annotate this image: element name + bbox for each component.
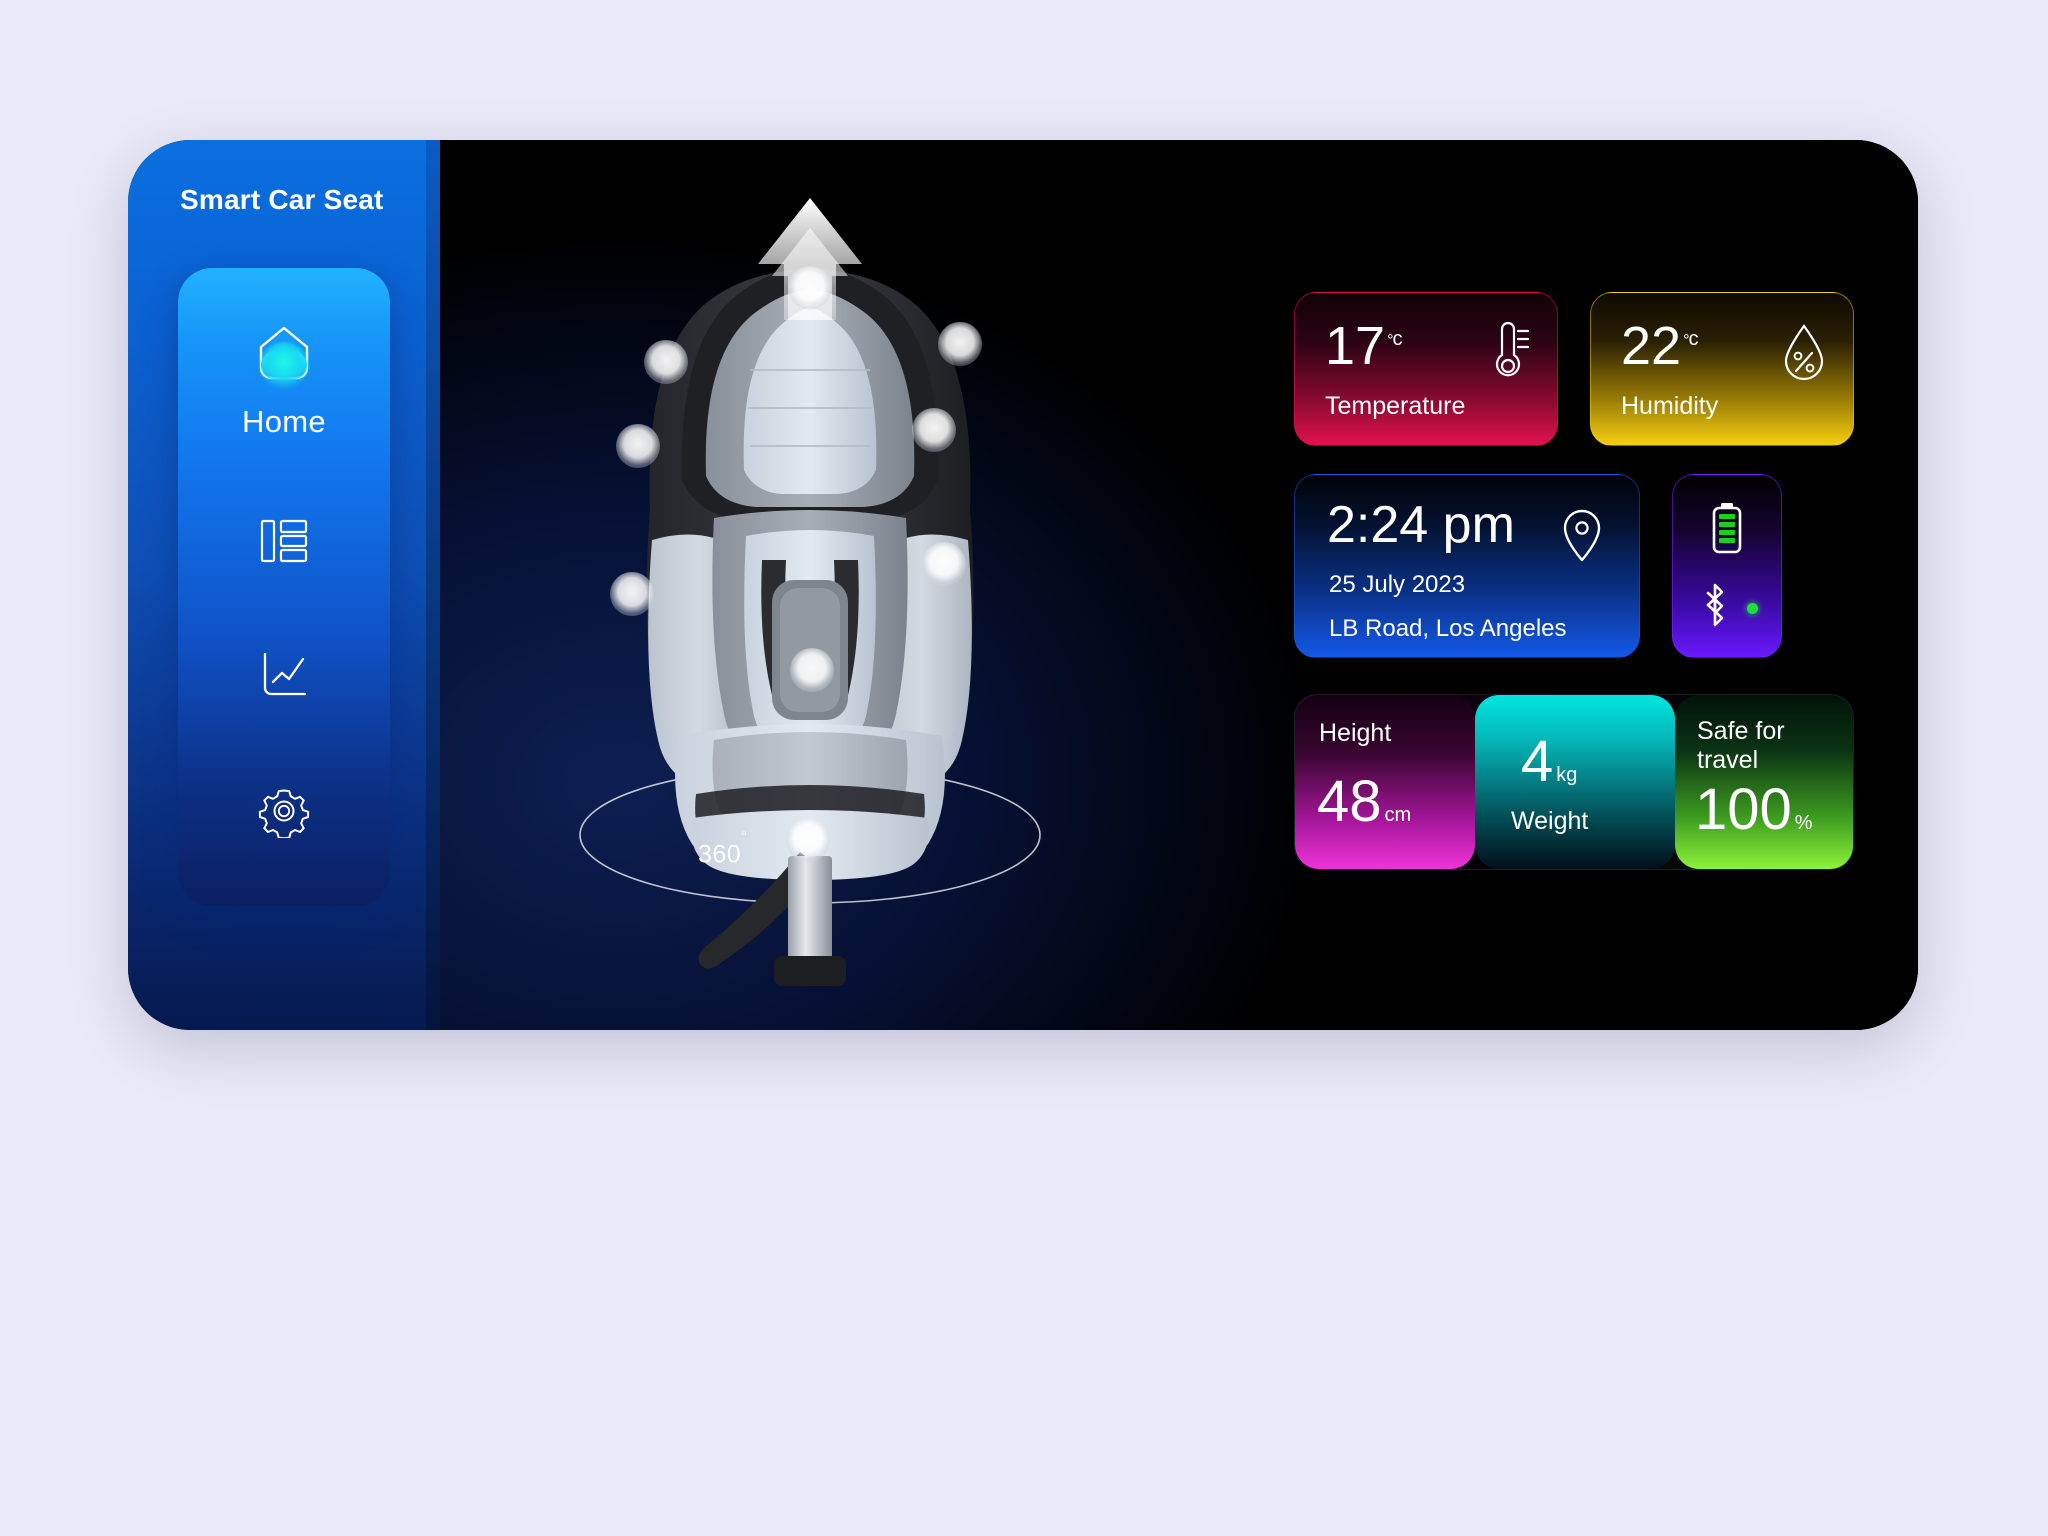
home-icon-glow xyxy=(259,342,309,392)
time-location-card[interactable]: 2:24 pm 25 July 2023 LB Road, Los Angele… xyxy=(1294,474,1640,658)
humidity-card[interactable]: 22 °c Humidity xyxy=(1590,292,1854,446)
sidebar-item-dashboard[interactable] xyxy=(178,518,390,564)
bluetooth-status xyxy=(1696,579,1758,631)
temperature-label: Temperature xyxy=(1325,392,1466,420)
metric-safe-value: 100 xyxy=(1695,777,1792,842)
thermometer-icon xyxy=(1485,321,1531,388)
metric-safe-value-wrap: 100% xyxy=(1695,781,1813,839)
metric-height-caption: Height xyxy=(1319,719,1392,747)
metric-weight[interactable]: 4 kg Weight xyxy=(1475,695,1675,869)
hotspot-headrest[interactable] xyxy=(788,266,832,310)
rotation-value: 360 xyxy=(698,840,742,869)
hotspot-pole[interactable] xyxy=(786,818,830,862)
home-icon xyxy=(245,320,323,394)
sidebar-item-home[interactable]: Home xyxy=(178,320,390,440)
current-time: 2:24 pm xyxy=(1327,496,1515,554)
metric-weight-value-wrap: 4 kg xyxy=(1521,733,1577,791)
hotspot-base-right[interactable] xyxy=(922,542,966,586)
metric-height-value-wrap: 48 cm xyxy=(1317,773,1411,831)
water-drop-percent-icon xyxy=(1781,321,1827,388)
sidebar-item-settings[interactable] xyxy=(178,784,390,838)
metric-safe-caption: Safe for travel xyxy=(1697,717,1785,774)
humidity-unit: °c xyxy=(1683,328,1698,350)
hotspot-base-left[interactable] xyxy=(610,572,654,616)
line-chart-icon xyxy=(258,650,310,700)
power-connectivity-card[interactable] xyxy=(1672,474,1782,658)
hotspot-left-side[interactable] xyxy=(616,424,660,468)
gear-icon xyxy=(257,784,311,838)
metric-height-value: 48 xyxy=(1317,769,1382,834)
current-date: 25 July 2023 xyxy=(1329,571,1466,598)
sidebar-nav-panel: Home xyxy=(178,268,390,906)
location-pin-icon xyxy=(1557,505,1607,572)
metric-height-unit: cm xyxy=(1384,804,1412,826)
metric-safe-for-travel[interactable]: Safe for travel 100% xyxy=(1675,695,1853,869)
current-address: LB Road, Los Angeles xyxy=(1329,615,1567,642)
temperature-value-wrap: 17 °c xyxy=(1325,316,1402,376)
humidity-value: 22 xyxy=(1621,316,1682,376)
metric-height[interactable]: Height 48 cm xyxy=(1295,695,1475,869)
sidebar: Smart Car Seat Home xyxy=(128,140,440,1030)
sidebar-item-home-label: Home xyxy=(242,404,326,439)
app-window: Smart Car Seat Home 360° 17 °c Temperatu… xyxy=(128,140,1918,1030)
rotation-label: 360° xyxy=(698,828,747,869)
bluetooth-status-dot xyxy=(1747,603,1758,614)
hotspot-left-wing[interactable] xyxy=(644,340,688,384)
battery-icon xyxy=(1706,499,1748,564)
metric-weight-value: 4 xyxy=(1521,729,1554,794)
metric-weight-unit: kg xyxy=(1556,764,1578,786)
temperature-unit: °c xyxy=(1387,328,1402,350)
temperature-card[interactable]: 17 °c Temperature xyxy=(1294,292,1558,446)
hotspot-right-wing[interactable] xyxy=(938,322,982,366)
main-stage: 360° 17 °c Temperature 22 °c Humidity 2:… xyxy=(440,140,1918,1030)
bluetooth-icon xyxy=(1696,583,1734,635)
hotspot-buckle[interactable] xyxy=(790,648,834,692)
dashboard-icon xyxy=(259,518,309,564)
sidebar-item-stats[interactable] xyxy=(178,650,390,700)
body-metrics-card: Height 48 cm 4 kg Weight Safe for travel 1… xyxy=(1294,694,1854,870)
car-seat-viewer[interactable]: 360° xyxy=(500,180,1120,990)
metric-safe-unit: % xyxy=(1794,812,1813,834)
humidity-label: Humidity xyxy=(1621,392,1719,420)
degree-symbol: ° xyxy=(741,828,748,844)
temperature-value: 17 xyxy=(1325,316,1386,376)
hotspot-right-side[interactable] xyxy=(912,408,956,452)
humidity-value-wrap: 22 °c xyxy=(1621,316,1698,376)
metric-weight-caption: Weight xyxy=(1511,807,1589,835)
app-title: Smart Car Seat xyxy=(180,184,384,215)
